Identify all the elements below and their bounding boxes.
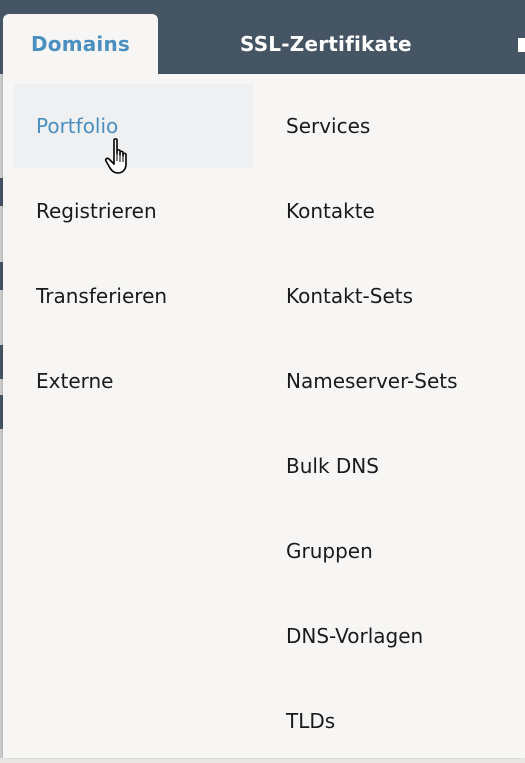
menu-item-label: TLDs <box>286 709 336 733</box>
tab-domains[interactable]: Domains <box>3 14 158 74</box>
tab-ssl-certificates[interactable]: SSL-Zertifikate <box>228 14 428 74</box>
menu-item-services[interactable]: Services <box>286 84 521 168</box>
menu-item-label: Kontakte <box>286 199 375 223</box>
menu-item-label: Services <box>286 114 371 138</box>
menu-item-registrieren[interactable]: Registrieren <box>14 169 254 253</box>
menu-item-kontakt-sets[interactable]: Kontakt-Sets <box>286 254 521 338</box>
menu-item-label: Gruppen <box>286 539 373 563</box>
menu-item-label: Bulk DNS <box>286 454 379 478</box>
menu-item-label: Externe <box>36 369 114 393</box>
menu-item-gruppen[interactable]: Gruppen <box>286 509 521 593</box>
menu-item-label: Nameserver-Sets <box>286 369 458 393</box>
menu-item-transferieren[interactable]: Transferieren <box>14 254 254 338</box>
menu-item-label: Portfolio <box>36 114 119 138</box>
menu-item-bulk-dns[interactable]: Bulk DNS <box>286 424 521 508</box>
menu-item-tlds[interactable]: TLDs <box>286 679 521 763</box>
menu-item-label: Transferieren <box>36 284 168 308</box>
menu-item-label: Registrieren <box>36 199 157 223</box>
next-tab-edge[interactable] <box>518 38 525 52</box>
menu-item-kontakte[interactable]: Kontakte <box>286 169 521 253</box>
menu-item-nameserver-sets[interactable]: Nameserver-Sets <box>286 339 521 423</box>
top-navigation-bar: Domains SSL-Zertifikate <box>0 0 525 74</box>
menu-item-label: DNS-Vorlagen <box>286 624 424 648</box>
menu-item-externe[interactable]: Externe <box>14 339 254 423</box>
hand-pointer-icon <box>104 138 127 174</box>
domains-dropdown-menu: Portfolio Registrieren Transferieren Ext… <box>3 74 525 758</box>
menu-item-dns-vorlagen[interactable]: DNS-Vorlagen <box>286 594 521 678</box>
menu-item-label: Kontakt-Sets <box>286 284 414 308</box>
